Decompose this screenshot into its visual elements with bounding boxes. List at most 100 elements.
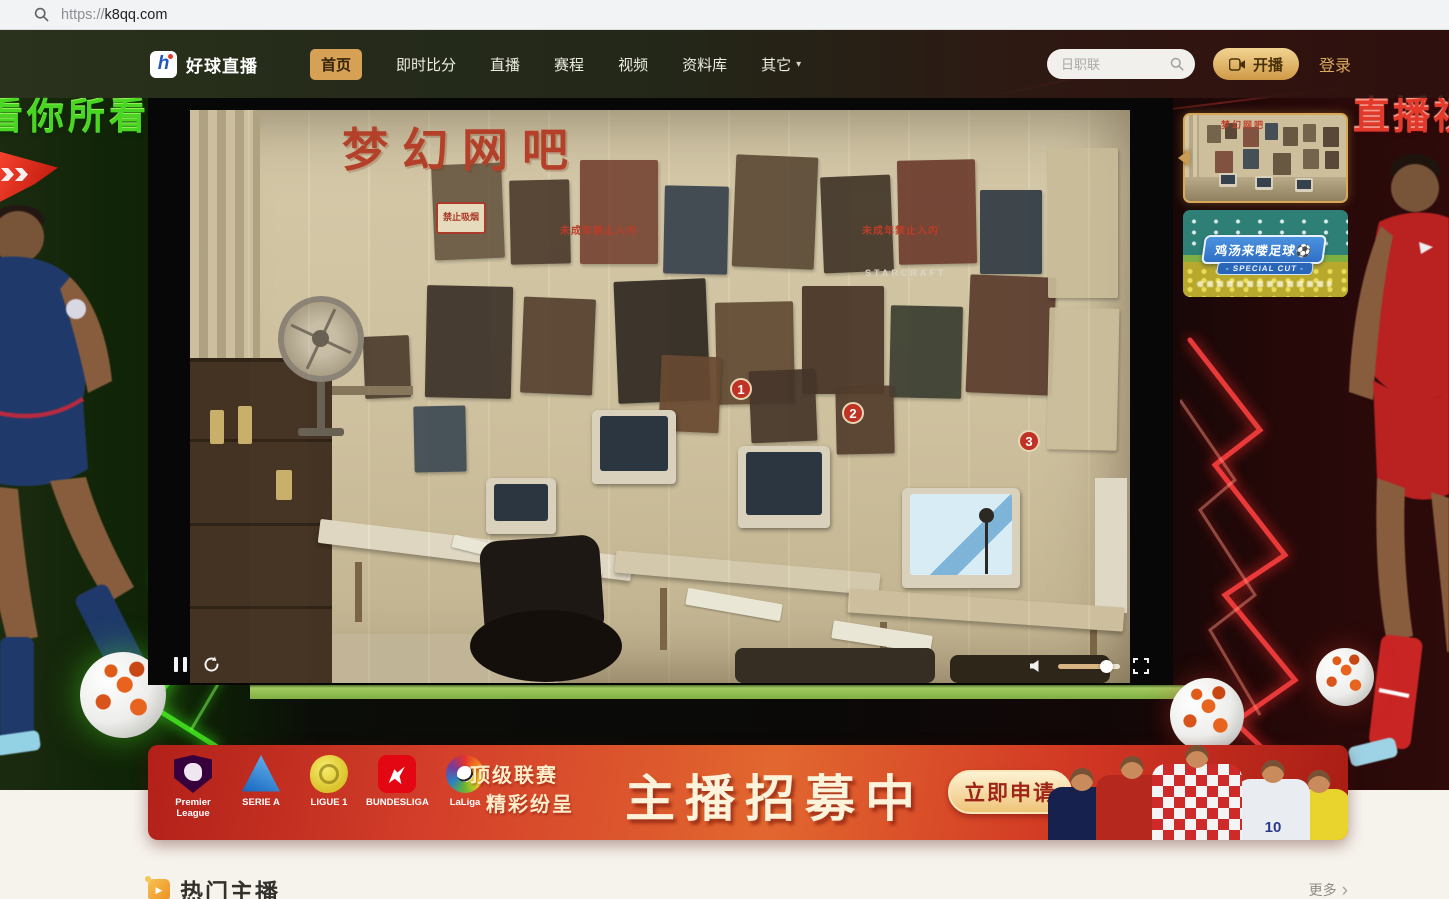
door-decoration xyxy=(1095,478,1127,613)
thumbnail-title-bubble: 鸡汤来喽足球⚽ xyxy=(1201,235,1327,264)
site-logo-text[interactable]: 好球直播 xyxy=(186,52,258,77)
mini-poster-decoration xyxy=(1243,149,1259,169)
volume-slider[interactable] xyxy=(1058,664,1120,669)
video-player: 梦幻网吧 禁止吸烟 未成年禁止入内 未成年禁止入内 STARCRAFT 1 2 … xyxy=(148,98,1173,685)
thumbnail-title: 梦幻网吧 xyxy=(1221,118,1265,131)
nav-item-schedule[interactable]: 赛程 xyxy=(554,54,584,75)
nav-item-more[interactable]: 其它 ▾ xyxy=(761,54,801,75)
bottle-decoration xyxy=(276,470,292,500)
video-surface[interactable]: 梦幻网吧 禁止吸烟 未成年禁止入内 未成年禁止入内 STARCRAFT 1 2 … xyxy=(190,110,1130,683)
thumbnail-current-video[interactable]: 梦幻网吧 xyxy=(1183,113,1348,203)
video-play-icon: ▶ xyxy=(148,879,170,899)
jersey-number: 10 xyxy=(1236,779,1310,840)
no-minors-label: 未成年禁止入内 xyxy=(862,222,939,237)
player-controls-left xyxy=(174,655,221,674)
browser-url-bar[interactable]: https://k8qq.com xyxy=(0,0,1449,30)
crt-monitor xyxy=(486,478,556,534)
url-scheme: https:// xyxy=(61,7,105,23)
nav-item-videos[interactable]: 视频 xyxy=(618,54,648,75)
mini-poster-decoration xyxy=(1215,151,1233,173)
football-ball xyxy=(1316,648,1374,706)
bundesliga-icon xyxy=(378,755,416,793)
poster-decoration xyxy=(580,160,658,264)
scene-title: 梦幻网吧 xyxy=(342,114,582,180)
more-label: 更多 xyxy=(1309,880,1337,899)
nav-item-label: 其它 xyxy=(761,54,791,75)
thumbnail-next-video[interactable]: 鸡汤来喽足球⚽ - SPECIAL CUT - xyxy=(1183,210,1348,297)
league-label: SERIE A xyxy=(230,798,292,809)
nav-item-home[interactable]: 首页 xyxy=(310,49,362,80)
volume-icon[interactable] xyxy=(1029,659,1045,673)
banner-slogan: 顶级联赛 精彩纷呈 xyxy=(470,762,574,820)
fan-base-decoration xyxy=(298,428,344,436)
search-icon xyxy=(34,7,49,22)
banner-headline: 主播招募中 xyxy=(625,759,925,831)
poster-decoration xyxy=(1048,148,1118,298)
fullscreen-button[interactable] xyxy=(1133,658,1149,674)
nav-item-database[interactable]: 资料库 xyxy=(682,54,727,75)
mini-poster-decoration xyxy=(1273,153,1291,175)
mini-poster-decoration xyxy=(1283,127,1298,146)
banner-players: 10 xyxy=(1048,745,1346,840)
url-host: k8qq.com xyxy=(105,7,168,23)
desk-decoration xyxy=(615,550,881,595)
fan-hub-decoration xyxy=(312,330,329,347)
logo-letter: h xyxy=(158,53,170,75)
broadcast-label: 开播 xyxy=(1253,54,1283,75)
crt-monitor xyxy=(738,446,830,528)
mini-poster-decoration xyxy=(1323,127,1339,147)
thumbnail-subtitle: - SPECIAL CUT - xyxy=(1216,262,1314,275)
poster-decoration xyxy=(749,369,818,444)
nav-item-live[interactable]: 直播 xyxy=(490,54,520,75)
start-broadcast-button[interactable]: 开播 xyxy=(1213,48,1299,80)
more-link[interactable]: 更多 › xyxy=(1309,880,1348,899)
bottle-decoration xyxy=(238,406,252,444)
league-label: Premier League xyxy=(162,798,224,820)
player-controls-right xyxy=(1029,658,1149,674)
prev-arrow-icon[interactable] xyxy=(1169,149,1190,167)
mini-poster-decoration xyxy=(1265,123,1278,140)
poster-decoration xyxy=(413,405,466,472)
url-text[interactable]: https://k8qq.com xyxy=(61,7,167,23)
league-logo-row: Premier League SERIE A LIGUE 1 BUNDESLIG… xyxy=(162,755,496,820)
microphone-decoration xyxy=(979,508,994,523)
ligue-1-icon xyxy=(310,755,348,793)
chevron-right-icon: › xyxy=(1342,881,1348,899)
site-logo-icon[interactable]: h xyxy=(150,51,177,78)
volume-knob[interactable] xyxy=(1100,660,1113,673)
starcraft-poster-label: STARCRAFT xyxy=(865,268,946,278)
football-ball xyxy=(1170,678,1244,752)
pause-button[interactable] xyxy=(174,657,187,672)
hot-anchors-section-header: ▶ 热门主播 更多› xyxy=(148,873,1348,899)
league-label: LIGUE 1 xyxy=(298,798,360,809)
search-icon[interactable] xyxy=(1170,57,1184,71)
caption-decoration xyxy=(1197,281,1332,287)
poster-decoration xyxy=(889,305,963,398)
soccer-ball-icon: ⚽ xyxy=(1295,244,1314,258)
premier-league-icon xyxy=(174,755,212,793)
mini-poster-decoration xyxy=(1207,125,1221,143)
league-premier: Premier League xyxy=(162,755,224,820)
wall-marker: 1 xyxy=(730,378,752,400)
site-search xyxy=(1047,49,1195,79)
login-link[interactable]: 登录 xyxy=(1319,52,1351,76)
league-bundesliga: BUNDESLIGA xyxy=(366,755,428,820)
wall-marker: 3 xyxy=(1018,430,1040,452)
desk-leg xyxy=(355,562,362,622)
nav-item-live-scores[interactable]: 即时比分 xyxy=(396,54,456,75)
main-nav: 首页 即时比分 直播 赛程 视频 资料库 其它 ▾ xyxy=(310,49,801,80)
chevron-down-icon: ▾ xyxy=(796,59,801,70)
crt-monitor xyxy=(592,410,676,484)
mini-monitor xyxy=(1219,173,1237,187)
grass-strip-decoration xyxy=(250,685,1210,699)
desk-decoration xyxy=(847,588,1124,631)
banner-player-figure xyxy=(1152,745,1242,840)
cabinet-decoration xyxy=(190,358,332,683)
recruitment-banner[interactable]: Premier League SERIE A LIGUE 1 BUNDESLIG… xyxy=(148,745,1348,840)
banner-slogan-line1: 顶级联赛 xyxy=(470,762,574,791)
refresh-button[interactable] xyxy=(202,655,221,674)
video-thumbnail-list: 梦幻网吧 鸡汤来喽足球⚽ - SPECIAL CUT - xyxy=(1183,113,1348,297)
banner-player-figure: 10 xyxy=(1236,760,1310,840)
poster-decoration xyxy=(425,285,513,399)
poster-decoration xyxy=(966,274,1057,395)
